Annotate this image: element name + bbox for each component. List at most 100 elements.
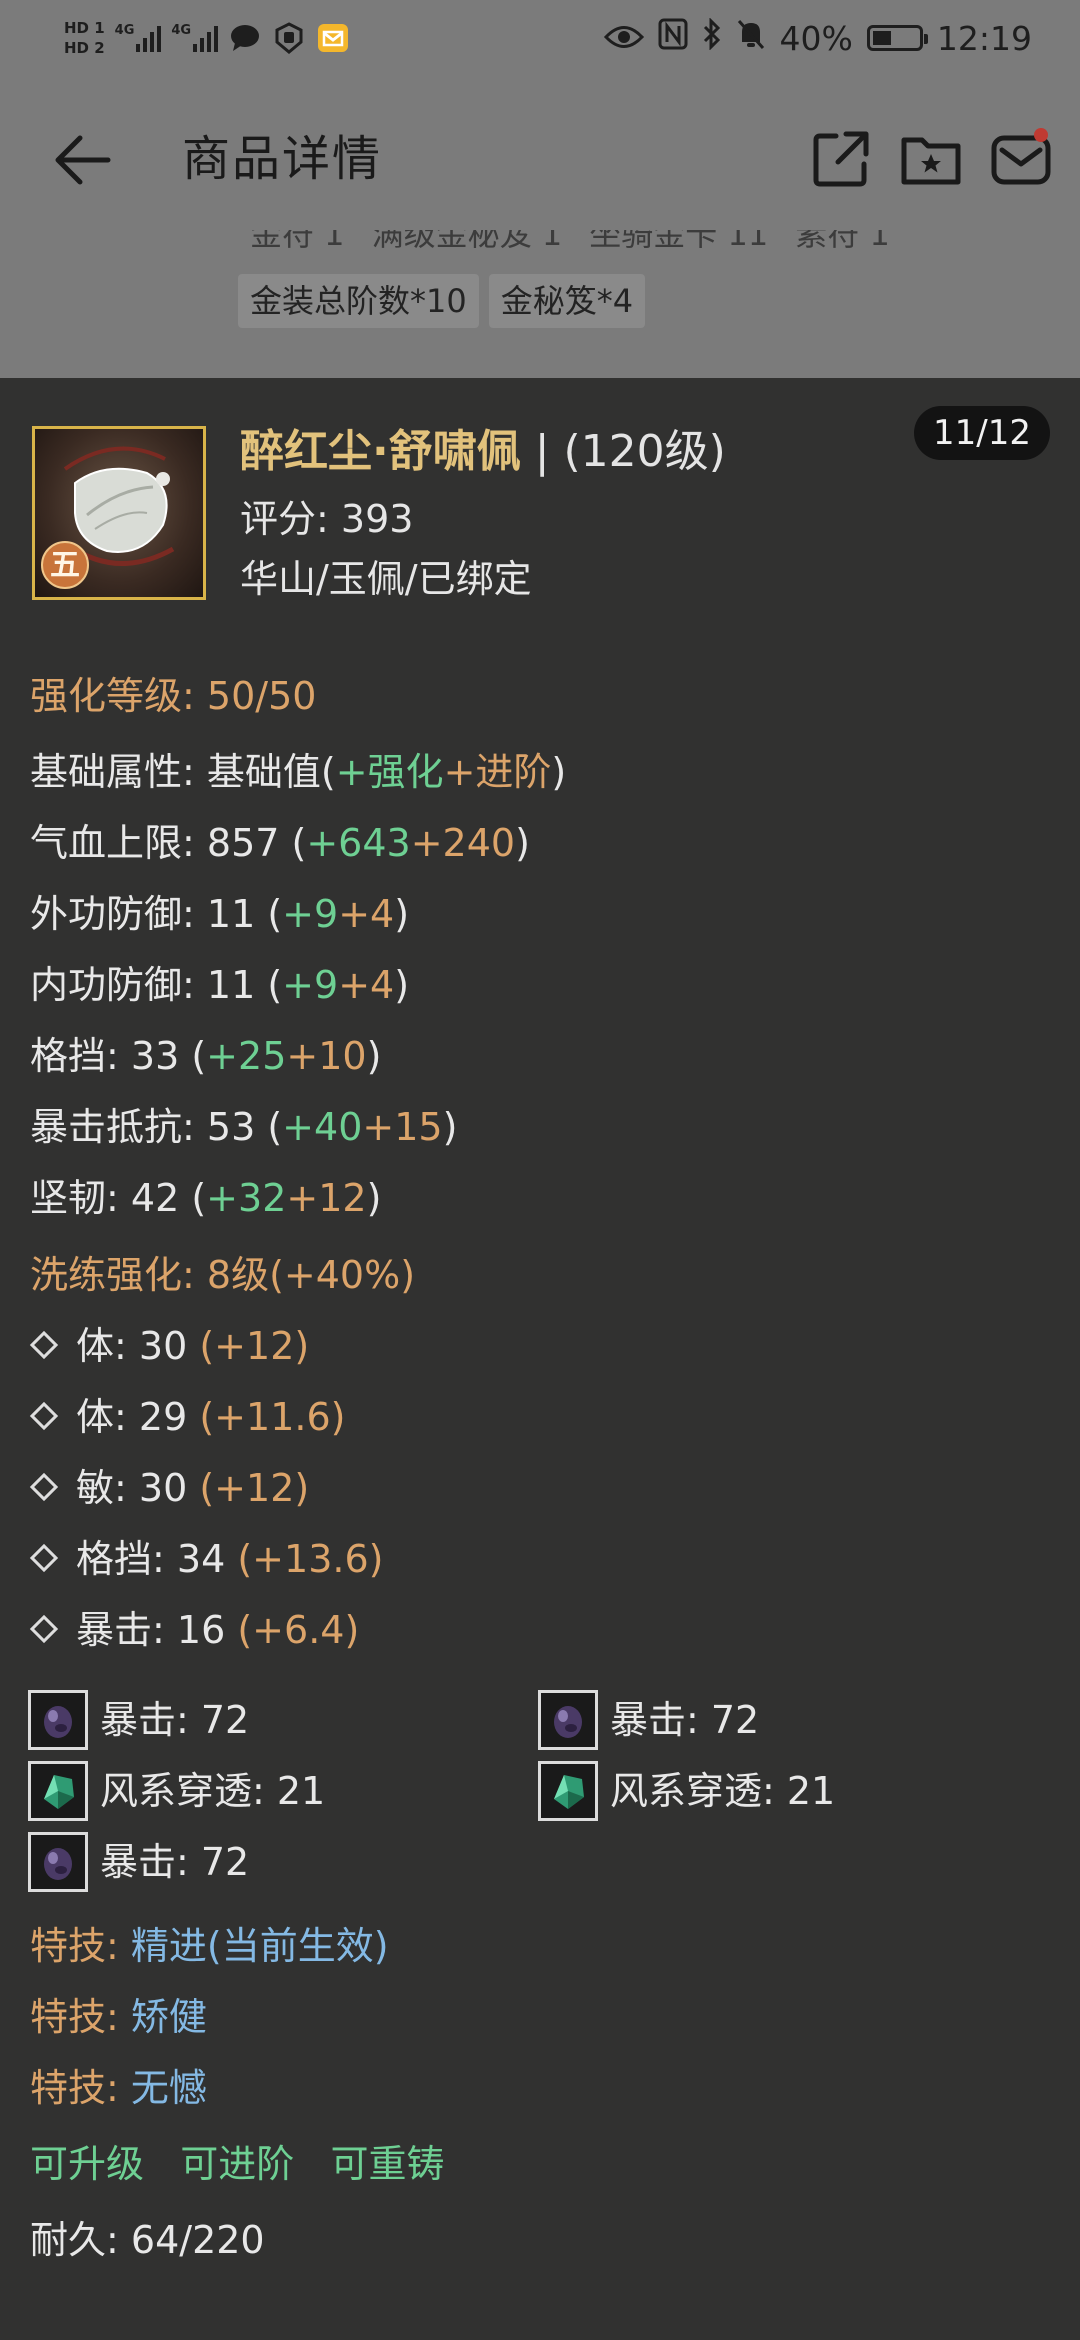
attr-name: 敏:: [76, 1466, 127, 1510]
hd2-label: HD 2: [64, 39, 105, 57]
gem-text: 风系穿透: 21: [100, 1769, 326, 1813]
attr-value: 11: [206, 963, 256, 1007]
eye-icon: [603, 19, 644, 58]
base-attr-header-label: 基础属性: 基础值(: [30, 750, 336, 794]
attr-name: 内功防御:: [30, 963, 195, 1007]
item-grade-badge: 五: [41, 541, 89, 589]
arrow-left-icon: [55, 135, 111, 185]
status-bar: HD 1 HD 2 4G 4G 40% 12:19: [0, 0, 1080, 76]
gem-slot: 风系穿透: 21: [538, 1761, 835, 1821]
attr-name: 格挡:: [30, 1034, 119, 1078]
skill-value: 无憾: [130, 2066, 207, 2110]
purple-gem-icon: [28, 1690, 88, 1750]
score-label: 评分:: [240, 497, 329, 541]
gem-text: 暴击: 72: [100, 1840, 250, 1884]
skill-value: 精进(当前生效): [130, 1924, 389, 1968]
item-pager: 11/12: [914, 406, 1050, 460]
gem-slot: 暴击: 72: [28, 1690, 249, 1750]
attr-name: 坚韧:: [30, 1176, 119, 1220]
purple-gem-icon: [28, 1832, 88, 1892]
gem-text: 风系穿透: 21: [610, 1769, 836, 1813]
refine-attr-row: 体: 30 (+12): [29, 1318, 309, 1374]
favorite-folder-button[interactable]: [900, 128, 962, 190]
item-detail-card[interactable]: 11/12 五 醉红尘·舒啸佩 | (120级) 评分: 393 华山/玉佩/已…: [0, 378, 1080, 2340]
behind-tags-row-2: 金装总阶数*10 金秘笈*4: [238, 274, 646, 328]
battery-percent: 40%: [779, 18, 853, 58]
attr-value: 857: [206, 821, 280, 865]
attr-adv: +240: [410, 821, 516, 865]
message-button[interactable]: [990, 128, 1052, 190]
behind-tag: 满级金秘笈 1: [371, 230, 563, 253]
attr-value: 53: [206, 1105, 256, 1149]
attr-value: 42: [130, 1176, 180, 1220]
skill-value: 矫健: [130, 1995, 207, 2039]
behind-tag: 坐骑金卡 11: [589, 230, 769, 253]
skill-row: 特技: 矫健: [30, 1989, 207, 2045]
status-bar-right: 40% 12:19: [603, 12, 1032, 64]
net1-label: 4G: [114, 23, 135, 38]
share-button[interactable]: [810, 128, 872, 190]
diamond-bullet-icon: [29, 1330, 59, 1359]
signal-sim2-icon: 4G: [171, 23, 219, 52]
attr-name: 气血上限:: [30, 821, 195, 865]
durability: 耐久: 64/220: [30, 2212, 265, 2268]
enhance-label: 强化等级:: [30, 674, 195, 718]
refine-value: 8级(+40%): [206, 1253, 416, 1297]
capability-upgrade: 可升级: [30, 2142, 145, 2186]
base-attr-row: 格挡: 33 (+25+10): [30, 1034, 382, 1078]
durability-value: 64/220: [130, 2218, 265, 2262]
net2-label: 4G: [171, 23, 192, 38]
attr-value: 33: [130, 1034, 180, 1078]
share-icon: [813, 131, 869, 187]
attr-adv: +15: [362, 1105, 443, 1149]
attr-bonus: (+11.6): [199, 1395, 346, 1439]
enhance-value: 50/50: [206, 674, 317, 718]
attr-enh: +9: [282, 892, 339, 936]
refine-attr-row: 体: 29 (+11.6): [29, 1389, 346, 1445]
refine-attr-row: 敏: 30 (+12): [29, 1460, 310, 1516]
item-score: 评分: 393: [240, 492, 413, 546]
attr-value: 16: [176, 1608, 226, 1652]
attr-enh: +25: [206, 1034, 287, 1078]
attr-enh: +643: [306, 821, 411, 865]
capability-advance: 可进阶: [180, 2142, 295, 2186]
base-attr-row: 暴击抵抗: 53 (+40+15): [30, 1105, 458, 1149]
hd1-label: HD 1: [64, 19, 105, 37]
attr-adv: +12: [286, 1176, 367, 1220]
attr-value: 29: [138, 1395, 188, 1439]
clock: 12:19: [936, 18, 1032, 58]
attr-adv: +4: [338, 963, 395, 1007]
signal-sim1-icon: 4G: [115, 24, 162, 52]
green-gem-icon: [28, 1761, 88, 1821]
refine-level: 洗练强化: 8级(+40%): [30, 1247, 415, 1303]
base-attr-row: 内功防御: 11 (+9+4): [30, 963, 410, 1007]
enhance-level: 强化等级: 50/50: [30, 668, 316, 724]
attr-bonus: (+12): [199, 1466, 310, 1510]
hd-indicator: HD 1 HD 2: [64, 18, 105, 58]
item-image: 五: [32, 426, 206, 600]
item-level: (120级): [563, 426, 726, 477]
base-attr-row: 外功防御: 11 (+9+4): [30, 892, 410, 936]
skill-row: 特技: 精进(当前生效): [30, 1918, 389, 1974]
attr-value: 34: [176, 1537, 226, 1581]
attr-bonus: (+13.6): [237, 1537, 384, 1581]
behind-tag: 金装总阶数*10: [238, 274, 479, 328]
score-value: 393: [340, 497, 414, 541]
bell-muted-icon: [736, 18, 766, 58]
nav-bar: 商品详情: [0, 76, 1080, 246]
gem-text: 暴击: 72: [100, 1698, 250, 1742]
base-attr-header: 基础属性: 基础值(+强化+进阶): [30, 744, 566, 800]
attr-enh: +40: [282, 1105, 363, 1149]
status-bar-left: HD 1 HD 2 4G 4G: [64, 8, 350, 68]
behind-tag: 金符 1: [250, 230, 345, 253]
attr-value: 30: [138, 1324, 188, 1368]
diamond-bullet-icon: [29, 1543, 59, 1572]
back-button[interactable]: [46, 128, 118, 192]
behind-tag: 金秘笈*4: [488, 274, 646, 328]
nfc-icon: [658, 18, 688, 58]
durability-label: 耐久:: [30, 2218, 119, 2262]
purple-gem-icon: [538, 1690, 598, 1750]
attr-enh: +9: [282, 963, 339, 1007]
item-type: 华山/玉佩/已绑定: [240, 557, 532, 601]
attr-name: 体:: [76, 1395, 127, 1439]
